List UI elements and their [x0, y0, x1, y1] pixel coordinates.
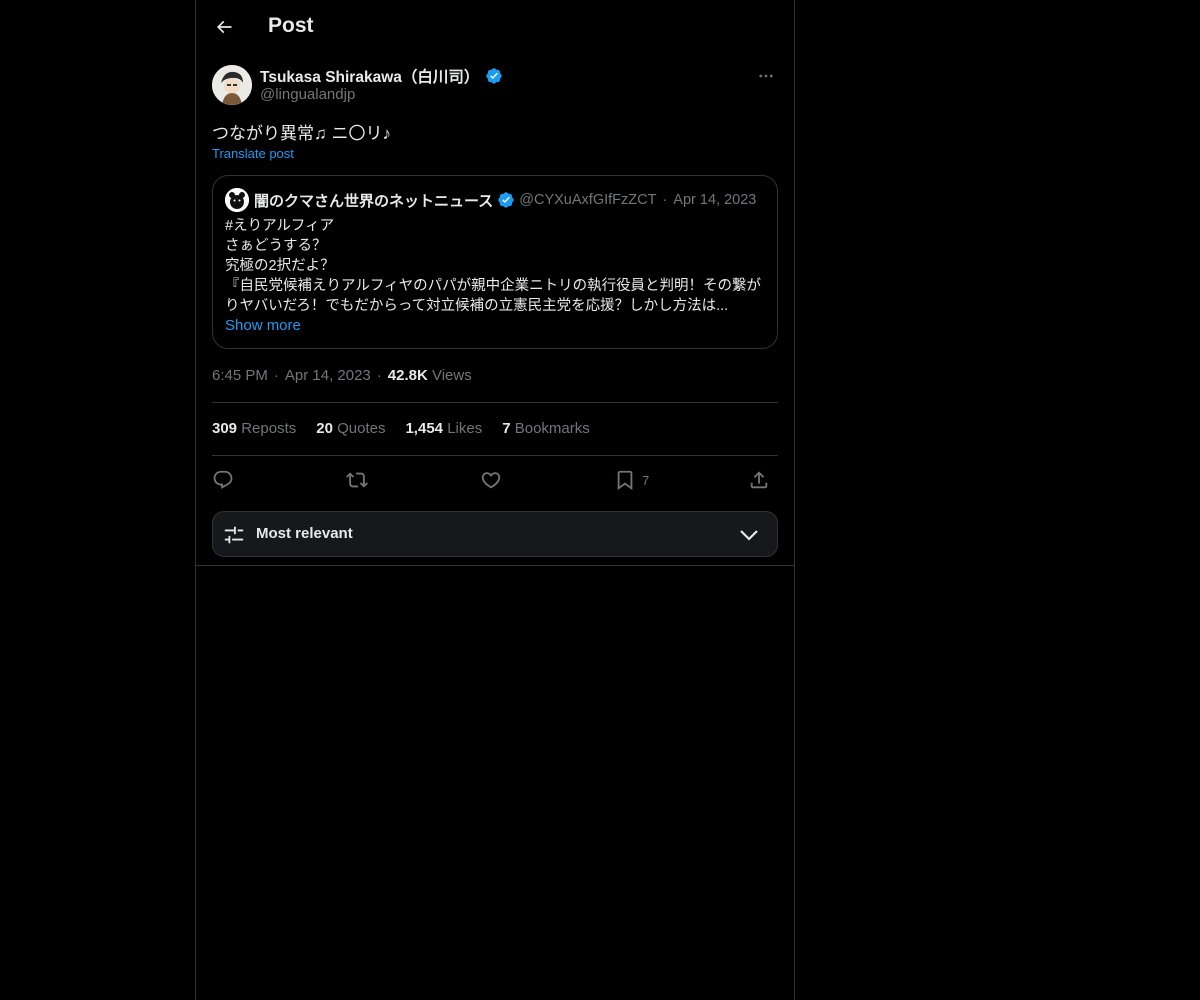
views-count: 42.8K: [387, 367, 428, 384]
avatar-image: [212, 65, 252, 105]
reply-icon: [213, 470, 233, 489]
chevron-down-icon: [740, 530, 758, 541]
sort-label: Most relevant: [256, 525, 353, 542]
show-more-link[interactable]: Show more: [225, 317, 301, 334]
sliders-icon: [224, 526, 244, 544]
quotes-stat[interactable]: 20 Quotes: [316, 420, 385, 437]
quoted-author-handle: @CYXuAxfGIfFzZCT: [519, 192, 657, 208]
verified-badge-icon: [497, 191, 515, 209]
like-icon: [481, 472, 501, 489]
share-icon: [750, 471, 768, 489]
post-time[interactable]: 6:45 PM: [212, 367, 268, 384]
repost-button[interactable]: [346, 467, 368, 493]
more-icon: [759, 74, 773, 78]
likes-stat[interactable]: 1,454 Likes: [405, 420, 482, 437]
bookmark-button[interactable]: 7: [614, 467, 649, 493]
arrow-left-icon: [216, 20, 232, 34]
divider: [196, 565, 794, 566]
divider: [212, 402, 778, 403]
header: Post: [196, 0, 794, 54]
reposts-stat[interactable]: 309 Reposts: [212, 420, 296, 437]
reply-button[interactable]: [212, 467, 234, 493]
page-title: Post: [268, 14, 314, 37]
avatar[interactable]: [212, 65, 252, 105]
quoted-post-header: 闇のクマさん世界のネットニュース @CYXuAxfGIfFzZCT · Apr …: [225, 188, 756, 212]
author-handle[interactable]: @lingualandjp: [260, 86, 355, 103]
separator-dot: ·: [662, 192, 668, 208]
post-meta: 6:45 PM · Apr 14, 2023 · 42.8K Views: [212, 367, 472, 384]
verified-badge-icon: [485, 67, 503, 85]
action-bar: 7: [212, 467, 778, 493]
quoted-post-date: Apr 14, 2023: [673, 192, 757, 208]
like-button[interactable]: [480, 467, 502, 493]
more-options-button[interactable]: [754, 64, 778, 88]
quoted-text-line: 究極の2択だよ？: [225, 258, 335, 274]
reply-sort-dropdown[interactable]: Most relevant: [212, 511, 778, 557]
repost-icon: [346, 472, 368, 488]
share-button[interactable]: [748, 467, 770, 493]
post-stats: 309 Reposts 20 Quotes 1,454 Likes 7 Book…: [212, 420, 610, 437]
bookmarks-stat[interactable]: 7 Bookmarks: [502, 420, 590, 437]
author-name[interactable]: Tsukasa Shirakawa（白川司）: [260, 65, 503, 87]
quoted-author-name[interactable]: 闇のクマさん世界のネットニュース: [254, 190, 493, 211]
bear-avatar-icon: [225, 188, 249, 212]
quoted-post-text: #えりアルフィア さぁどうする？ 究極の2択だよ？ 『自民党候補えりアルフィヤの…: [225, 216, 767, 316]
post-text: つながり異常♫ ニ〇リ♪: [212, 124, 391, 143]
bookmark-count: 7: [642, 472, 650, 488]
bookmark-icon: [617, 470, 633, 491]
back-button[interactable]: [208, 11, 240, 43]
quoted-text-line: さぁどうする？: [225, 238, 327, 254]
views-label: Views: [431, 367, 472, 384]
quoted-post[interactable]: 闇のクマさん世界のネットニュース @CYXuAxfGIfFzZCT · Apr …: [212, 175, 778, 349]
quoted-avatar[interactable]: [225, 188, 249, 212]
quoted-text-line: 『自民党候補えりアルフィヤのパパが親中企業ニトリの執行役員と判明！その繋がりヤバ…: [225, 278, 762, 314]
quoted-text-line: #えりアルフィア: [225, 218, 335, 234]
translate-post-link[interactable]: Translate post: [212, 146, 294, 161]
divider: [212, 455, 778, 456]
primary-column: Post Tsukasa Shirakawa（白川司） @lingualandj…: [195, 0, 795, 1000]
post-date[interactable]: Apr 14, 2023: [285, 367, 371, 384]
post-author: Tsukasa Shirakawa（白川司） @lingualandjp: [212, 64, 778, 108]
